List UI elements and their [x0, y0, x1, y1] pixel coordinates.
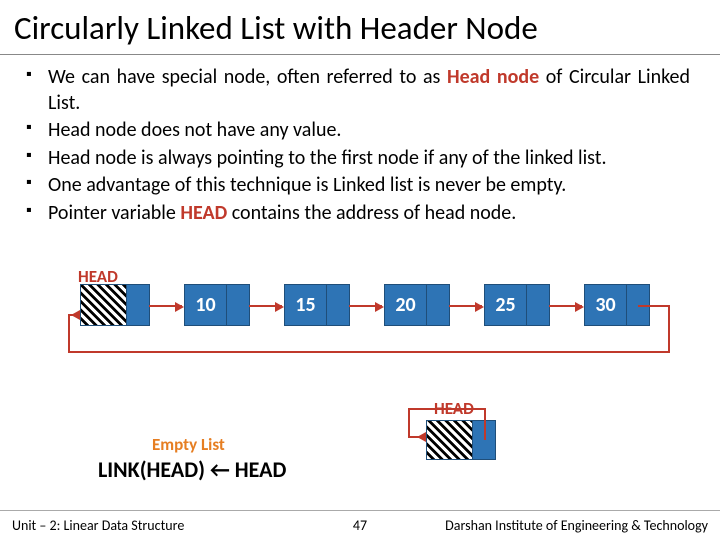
loop-segment [68, 314, 70, 353]
keyword-head-var: HEAD [180, 201, 227, 225]
arrow-icon [449, 305, 482, 307]
slide-footer: Unit – 2: Linear Data Structure 47 Darsh… [0, 510, 720, 540]
arrowhead-icon [417, 432, 426, 442]
keyword-head: Head node [447, 65, 539, 89]
list-node: 10 [184, 284, 250, 326]
arrow-icon [349, 305, 382, 307]
list-node: 20 [384, 284, 450, 326]
node-value: 25 [485, 285, 527, 325]
bullet-item: Pointer variable HEAD contains the addre… [48, 201, 690, 227]
bullet-item: Head node is always pointing to the firs… [48, 146, 690, 172]
loop-segment [668, 305, 670, 353]
node-pointer [227, 285, 249, 325]
list-node: 25 [484, 284, 550, 326]
node-pointer [527, 285, 549, 325]
loop-segment [408, 408, 486, 410]
loop-segment [68, 351, 670, 353]
bullet-item: Head node does not have any value. [48, 118, 690, 144]
loop-segment [638, 305, 670, 307]
link-expression: LINK(HEAD) ← HEAD [98, 456, 286, 483]
empty-list-label: Empty List [152, 434, 225, 455]
header-node-hatch [81, 285, 127, 325]
text: We can have special node, often referred… [48, 65, 447, 89]
node-value: 10 [185, 285, 227, 325]
bullet-list: We can have special node, often referred… [0, 55, 720, 227]
list-node: 15 [284, 284, 350, 326]
node-value: 20 [385, 285, 427, 325]
arrowhead-icon [71, 310, 80, 320]
node-value: 30 [585, 285, 627, 325]
arrow-icon [149, 305, 182, 307]
arrow-icon [249, 305, 282, 307]
linked-list-diagram: 10 15 20 25 30 [0, 284, 720, 369]
loop-segment [484, 408, 486, 440]
node-pointer [327, 285, 349, 325]
bullet-item: One advantage of this technique is Linke… [48, 173, 690, 199]
header-node-hatch [427, 421, 473, 459]
text: Pointer variable [48, 201, 180, 225]
header-node [80, 284, 150, 326]
loop-segment [408, 408, 410, 436]
bullet-item: We can have special node, often referred… [48, 65, 690, 116]
text: contains the address of head node. [227, 201, 516, 225]
footer-unit: Unit – 2: Linear Data Structure [0, 517, 184, 534]
arrow-icon [549, 305, 582, 307]
node-pointer [427, 285, 449, 325]
footer-org: Darshan Institute of Engineering & Techn… [445, 517, 708, 534]
page-title: Circularly Linked List with Header Node [0, 0, 720, 55]
footer-page: 47 [353, 517, 367, 534]
node-value: 15 [285, 285, 327, 325]
header-node-pointer [127, 285, 149, 325]
